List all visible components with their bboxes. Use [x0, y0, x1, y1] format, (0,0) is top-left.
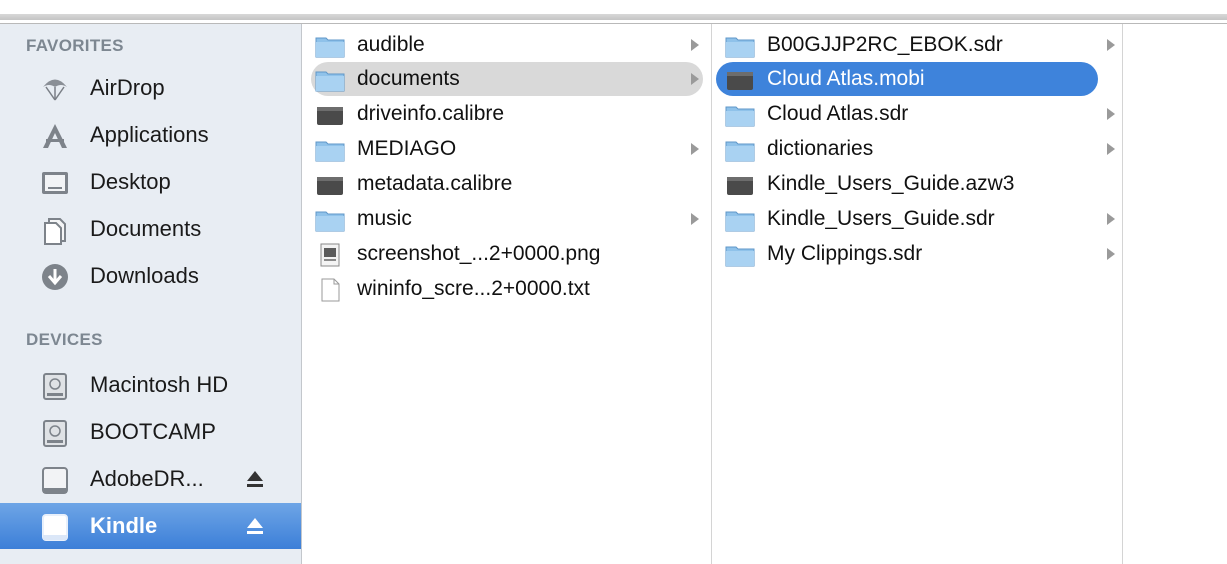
list-item[interactable]: My Clippings.sdr [721, 237, 1115, 271]
list-item[interactable]: wininfo_scre...2+0000.txt [311, 272, 703, 306]
disclosure-arrow-icon [1107, 248, 1115, 260]
sidebar-item-macintosh-hd[interactable]: Macintosh HD [0, 362, 301, 408]
disclosure-arrow-icon [691, 143, 699, 155]
folder-icon [725, 243, 755, 267]
folder-icon [725, 138, 755, 162]
sidebar-item-label: Macintosh HD [90, 372, 229, 397]
disclosure-arrow-icon [1107, 39, 1115, 51]
list-item[interactable]: music [311, 202, 703, 236]
folder-icon [315, 34, 345, 58]
list-item[interactable]: Kindle_Users_Guide.azw3 [721, 167, 1113, 201]
sidebar-item-documents[interactable]: Documents [0, 206, 301, 252]
hard-drive-icon [40, 418, 70, 448]
folder-icon [315, 208, 345, 232]
sidebar-item-label: Downloads [90, 263, 199, 288]
file-icon [725, 173, 755, 197]
external-drive-icon [40, 512, 70, 542]
text-file-icon [315, 278, 345, 302]
sidebar-item-label: Documents [90, 216, 202, 241]
list-item[interactable]: driveinfo.calibre [311, 97, 703, 131]
sidebar-item-airdrop[interactable]: AirDrop [0, 65, 301, 111]
applications-icon [40, 121, 70, 151]
browser-column-1[interactable]: audible documents driveinfo.calibre MEDI… [303, 24, 712, 564]
list-item[interactable]: Kindle_Users_Guide.sdr [721, 202, 1115, 236]
disclosure-arrow-icon [1107, 213, 1115, 225]
documents-icon [40, 215, 70, 245]
favorites-header: FAVORITES [26, 36, 124, 55]
list-item[interactable]: Cloud Atlas.mobi [716, 62, 1098, 96]
folder-icon [315, 138, 345, 162]
eject-icon[interactable] [245, 468, 265, 490]
sidebar-item-downloads[interactable]: Downloads [0, 253, 301, 299]
sidebar-item-kindle[interactable]: Kindle [0, 503, 301, 549]
sidebar-item-label: Applications [90, 122, 209, 147]
desktop-icon [40, 168, 70, 198]
sidebar-item-adobedr[interactable]: AdobeDR... [0, 456, 301, 502]
folder-icon [725, 208, 755, 232]
sidebar-item-label: AirDrop [90, 75, 165, 100]
disclosure-arrow-icon [691, 213, 699, 225]
list-item[interactable]: B00GJJP2RC_EBOK.sdr [721, 28, 1115, 62]
list-item[interactable]: documents [311, 62, 703, 96]
list-item[interactable]: audible [311, 28, 703, 62]
sidebar-item-bootcamp[interactable]: BOOTCAMP [0, 409, 301, 455]
file-icon [315, 103, 345, 127]
toolbar-edge [0, 0, 1227, 24]
downloads-icon [40, 262, 70, 292]
folder-icon [725, 34, 755, 58]
file-icon [725, 68, 755, 92]
browser-column-3[interactable] [1124, 24, 1227, 564]
external-drive-icon [40, 465, 70, 495]
sidebar-item-desktop[interactable]: Desktop [0, 159, 301, 205]
disclosure-arrow-icon [1107, 143, 1115, 155]
eject-icon[interactable] [245, 515, 265, 537]
sidebar-item-label: Kindle [90, 513, 158, 538]
file-icon [315, 173, 345, 197]
sidebar-item-applications[interactable]: Applications [0, 112, 301, 158]
sidebar-item-label: BOOTCAMP [90, 419, 216, 444]
devices-header: DEVICES [26, 330, 103, 349]
list-item[interactable]: metadata.calibre [311, 167, 703, 201]
folder-icon [315, 68, 345, 92]
list-item[interactable]: screenshot_...2+0000.png [311, 237, 703, 271]
hard-drive-icon [40, 371, 70, 401]
sidebar-item-label: Desktop [90, 169, 171, 194]
sidebar-item-label: AdobeDR... [90, 466, 204, 491]
image-file-icon [315, 243, 345, 267]
sidebar: FAVORITES AirDrop Applications Desktop D… [0, 24, 302, 564]
disclosure-arrow-icon [691, 73, 699, 85]
list-item[interactable]: MEDIAGO [311, 132, 703, 166]
disclosure-arrow-icon [691, 39, 699, 51]
folder-icon [725, 103, 755, 127]
list-item[interactable]: Cloud Atlas.sdr [721, 97, 1115, 131]
disclosure-arrow-icon [1107, 108, 1115, 120]
airdrop-icon [40, 74, 70, 104]
browser-column-2[interactable]: B00GJJP2RC_EBOK.sdr Cloud Atlas.mobi Clo… [713, 24, 1123, 564]
list-item[interactable]: dictionaries [721, 132, 1115, 166]
